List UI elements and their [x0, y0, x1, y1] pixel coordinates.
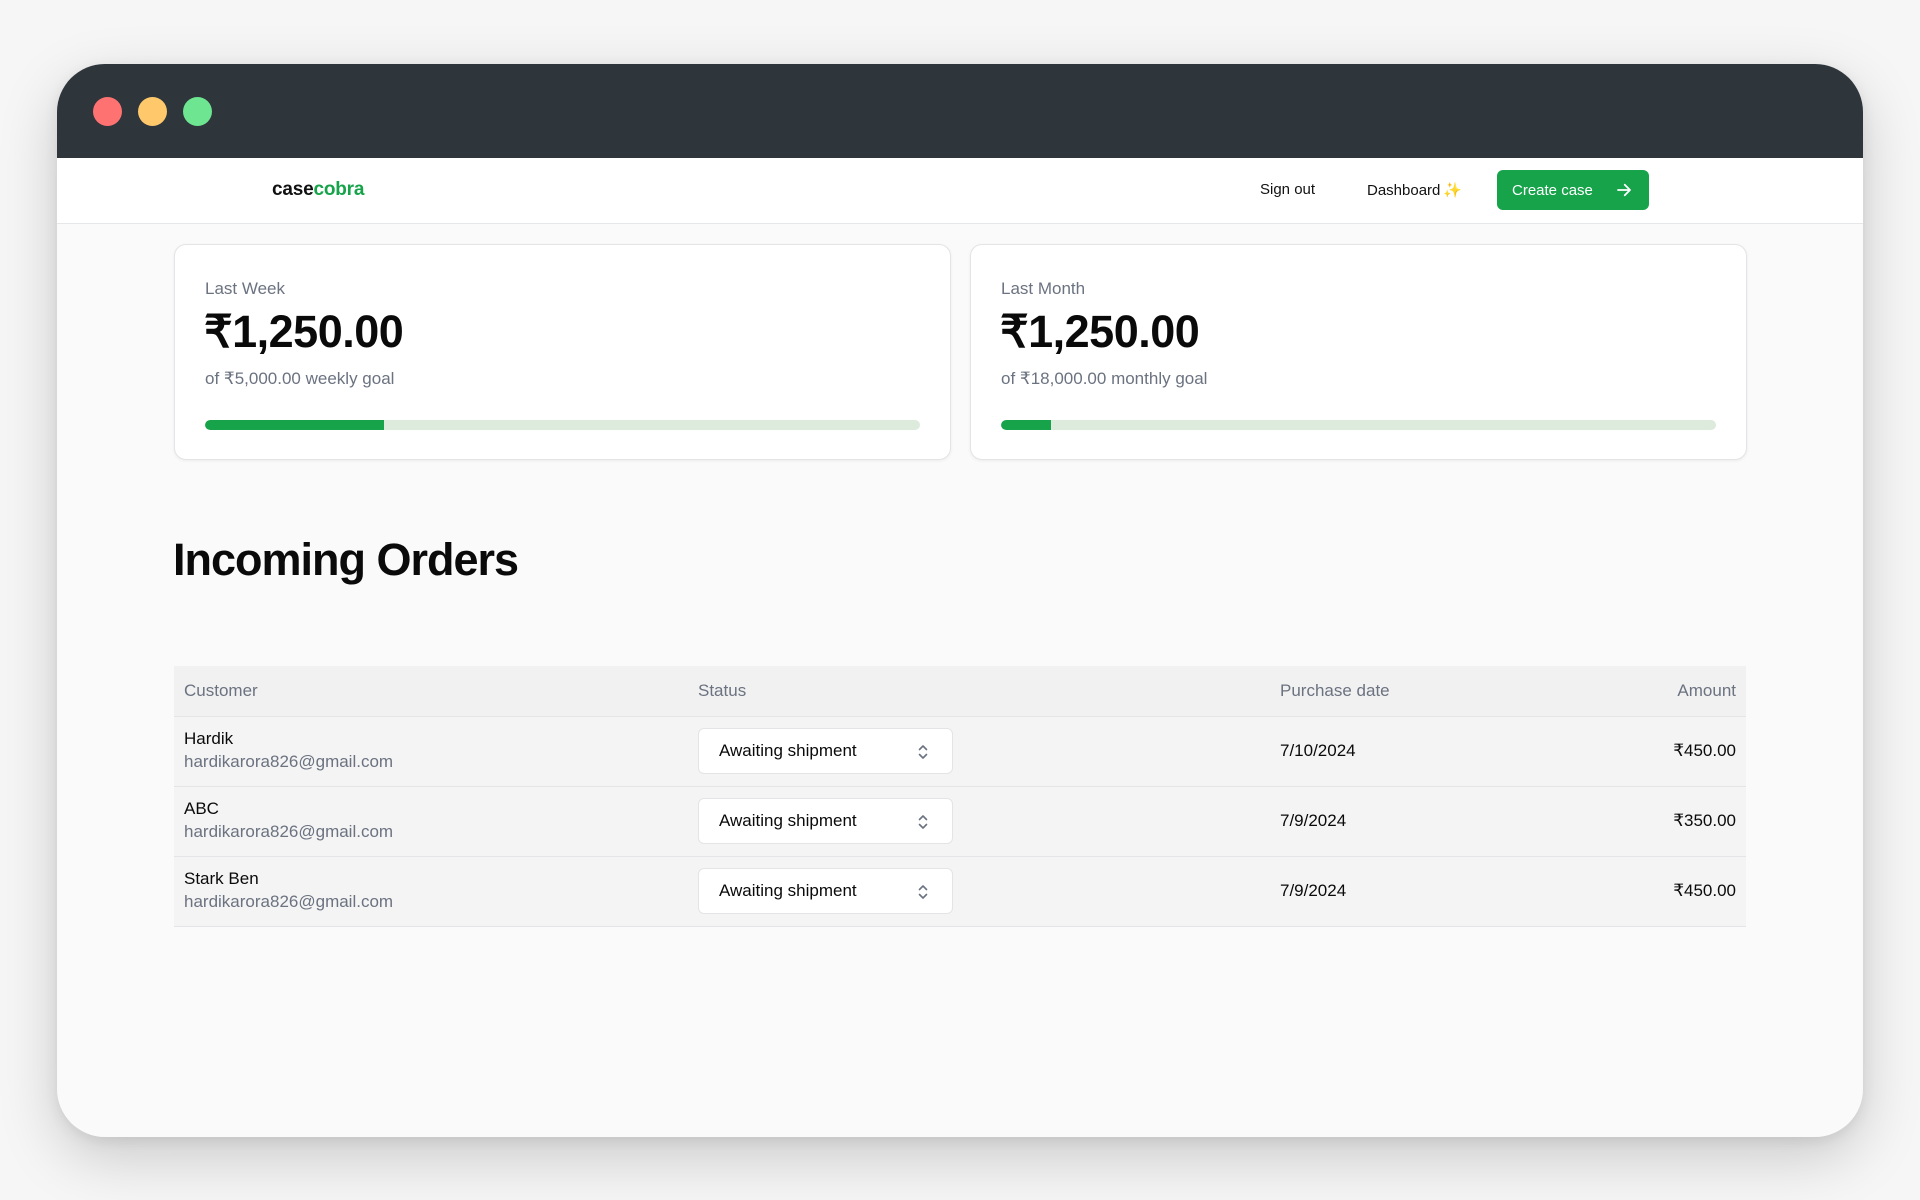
customer-email: hardikarora826@gmail.com — [184, 822, 394, 841]
customer-cell: Hardik hardikarora826@gmail.com — [174, 716, 688, 786]
status-cell: Awaiting shipment — [688, 786, 1270, 856]
amount-cell: ₹450.00 — [1673, 881, 1736, 900]
weekly-progress-fill — [205, 420, 384, 430]
last-month-amount: ₹1,250.00 — [1000, 306, 1200, 357]
weekly-progress-bar — [205, 420, 920, 430]
navbar: casecobra Sign out Dashboard ✨ Create cas… — [57, 158, 1863, 224]
browser-window: casecobra Sign out Dashboard ✨ Create cas… — [57, 64, 1863, 1137]
logo-cobra: cobra — [313, 179, 365, 200]
window-titlebar — [57, 64, 1863, 158]
logo-link[interactable]: casecobra — [272, 179, 364, 201]
status-value: Awaiting shipment — [719, 741, 857, 760]
close-window-button[interactable] — [93, 97, 122, 126]
customer-name: Hardik — [184, 729, 234, 748]
table-row: Stark Ben hardikarora826@gmail.com Await… — [174, 856, 1746, 926]
create-case-button[interactable]: Create case — [1497, 170, 1649, 210]
dashboard-link[interactable]: Dashboard ✨ — [1367, 181, 1462, 199]
sparkle-icon: ✨ — [1443, 182, 1463, 199]
arrow-right-icon — [1617, 183, 1631, 197]
chevron-up-down-icon — [918, 745, 928, 759]
incoming-orders-title: Incoming Orders — [173, 534, 519, 585]
last-month-card: Last Month ₹1,250.00 of ₹18,000.00 month… — [970, 244, 1747, 460]
maximize-window-button[interactable] — [183, 97, 212, 126]
status-value: Awaiting shipment — [719, 881, 857, 900]
table-row: Hardik hardikarora826@gmail.com Awaiting… — [174, 716, 1746, 786]
orders-table: Customer Status Purchase date Amount Har… — [174, 666, 1746, 927]
logo-case: case — [272, 179, 314, 200]
customer-email: hardikarora826@gmail.com — [184, 752, 394, 771]
column-header-customer: Customer — [184, 680, 258, 700]
table-row: ABC hardikarora826@gmail.com Awaiting sh… — [174, 786, 1746, 856]
last-week-amount: ₹1,250.00 — [204, 306, 404, 357]
monthly-progress-fill — [1001, 420, 1052, 430]
create-case-label: Create case — [1512, 181, 1593, 199]
minimize-window-button[interactable] — [138, 97, 167, 126]
last-week-card: Last Week ₹1,250.00 of ₹5,000.00 weekly … — [174, 244, 951, 460]
table-header-row: Customer Status Purchase date Amount — [174, 666, 1746, 716]
chevron-up-down-icon — [918, 885, 928, 899]
weekly-goal-text: of ₹5,000.00 weekly goal — [205, 369, 395, 388]
chevron-up-down-icon — [918, 815, 928, 829]
dashboard-label: Dashboard — [1367, 182, 1441, 199]
sign-out-link[interactable]: Sign out — [1260, 181, 1315, 198]
status-value: Awaiting shipment — [719, 811, 857, 830]
column-header-status: Status — [698, 680, 747, 700]
status-select[interactable]: Awaiting shipment — [698, 728, 953, 774]
monthly-goal-text: of ₹18,000.00 monthly goal — [1001, 369, 1208, 388]
monthly-progress-bar — [1001, 420, 1716, 430]
customer-name: Stark Ben — [184, 869, 259, 888]
customer-email: hardikarora826@gmail.com — [184, 892, 394, 911]
status-cell: Awaiting shipment — [688, 856, 1270, 926]
customer-cell: ABC hardikarora826@gmail.com — [174, 786, 688, 856]
purchase-date-cell: 7/9/2024 — [1280, 881, 1347, 900]
purchase-date-cell: 7/9/2024 — [1280, 811, 1347, 830]
customer-name: ABC — [184, 799, 219, 818]
purchase-date-cell: 7/10/2024 — [1280, 741, 1356, 760]
status-select[interactable]: Awaiting shipment — [698, 868, 953, 914]
amount-cell: ₹450.00 — [1673, 741, 1736, 760]
amount-cell: ₹350.00 — [1673, 811, 1736, 830]
last-month-label: Last Month — [1001, 279, 1086, 298]
last-week-label: Last Week — [205, 279, 286, 298]
column-header-amount: Amount — [1677, 680, 1736, 700]
status-cell: Awaiting shipment — [688, 716, 1270, 786]
column-header-purchase-date: Purchase date — [1280, 680, 1390, 700]
customer-cell: Stark Ben hardikarora826@gmail.com — [174, 856, 688, 926]
status-select[interactable]: Awaiting shipment — [698, 798, 953, 844]
